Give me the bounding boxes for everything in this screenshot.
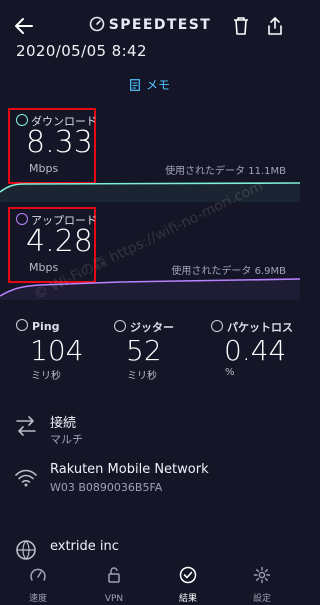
nav-settings-label: 設定 xyxy=(252,594,271,604)
gear-icon xyxy=(253,566,271,584)
jitter-label-text: ジッター xyxy=(130,321,174,334)
brand-name: SPEEDTEST xyxy=(108,17,212,33)
top-bar: SPEEDTEST xyxy=(0,0,300,44)
speed-gauge-icon xyxy=(30,568,46,581)
provider-name: Rakuten Mobile Network xyxy=(50,462,209,477)
ping-label-text: Ping xyxy=(32,320,60,333)
download-speed-value: 8.33 xyxy=(26,125,93,160)
connection-row[interactable]: 接続 マルチ xyxy=(0,406,300,448)
packet-loss-icon xyxy=(211,320,223,332)
speedtest-logo: SPEEDTEST xyxy=(0,16,300,33)
server-name: extride inc xyxy=(50,539,119,554)
note-icon xyxy=(130,79,140,91)
nav-vpn-label: VPN xyxy=(104,594,124,604)
ping-icon xyxy=(16,319,28,331)
jitter-unit: ミリ秒 xyxy=(127,371,157,382)
server-row[interactable]: extride inc xyxy=(0,534,300,560)
packet-loss-label: パケットロス xyxy=(211,319,293,335)
packet-loss-label-text: パケットロス xyxy=(227,321,293,334)
connection-title: 接続 xyxy=(50,416,77,431)
ping-value: 104 xyxy=(30,334,84,367)
gauge-logo-icon xyxy=(89,16,105,32)
packet-loss-value: 0.44 xyxy=(224,334,287,367)
jitter-value: 52 xyxy=(126,334,162,367)
provider-row[interactable]: Rakuten Mobile Network W03 B0890036B5FA xyxy=(0,458,300,500)
nav-vpn[interactable]: VPN xyxy=(84,560,144,604)
nav-results-label: 結果 xyxy=(178,594,197,604)
packet-loss-unit: % xyxy=(225,367,235,378)
share-icon[interactable] xyxy=(266,16,284,36)
check-circle-icon xyxy=(179,566,197,584)
upload-speed-value: 4.28 xyxy=(26,224,93,259)
trash-icon[interactable] xyxy=(232,16,250,36)
ping-unit: ミリ秒 xyxy=(31,371,61,382)
wifi-icon xyxy=(15,469,37,487)
connections-arrows-icon xyxy=(16,416,36,436)
memo-button[interactable]: メモ xyxy=(0,76,300,93)
connection-subtitle: マルチ xyxy=(50,433,83,446)
memo-label: メモ xyxy=(145,78,170,92)
jitter-icon xyxy=(114,320,126,332)
ping-label: Ping xyxy=(16,319,60,333)
nav-results[interactable]: 結果 xyxy=(158,560,218,604)
nav-speed[interactable]: 速度 xyxy=(8,560,68,604)
globe-icon xyxy=(16,540,36,560)
lock-icon xyxy=(108,567,120,583)
nav-settings[interactable]: 設定 xyxy=(232,560,292,604)
test-datetime: 2020/05/05 8:42 xyxy=(16,42,147,60)
nav-speed-label: 速度 xyxy=(28,594,47,604)
jitter-label: ジッター xyxy=(114,319,174,335)
provider-details: W03 B0890036B5FA xyxy=(50,481,163,494)
bottom-nav: 速度 VPN 結果 設定 xyxy=(0,560,300,604)
